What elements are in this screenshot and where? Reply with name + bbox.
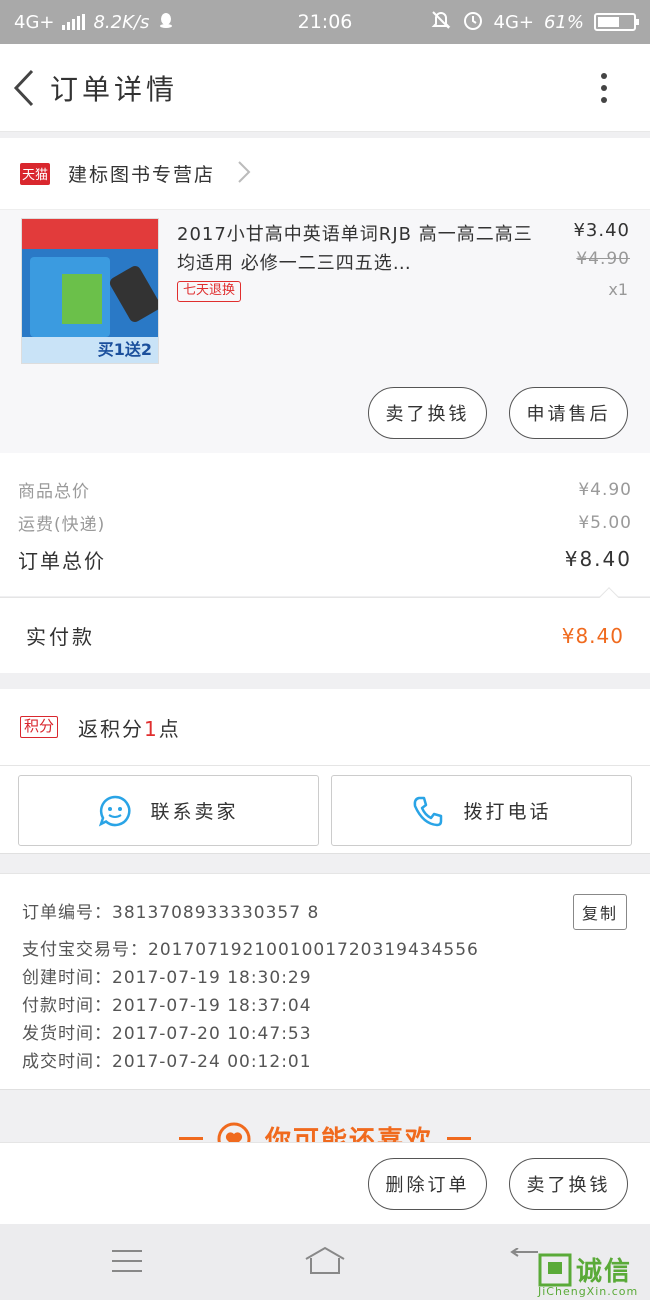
price-summary: 商品总价 ¥4.90 运费(快递) ¥5.00 订单总价 ¥8.40	[0, 453, 650, 596]
shipped-time: 发货时间：2017-07-20 10:47:53	[22, 1024, 312, 1044]
menu-icon[interactable]	[110, 1248, 144, 1274]
home-icon[interactable]	[303, 1246, 347, 1276]
delete-order-button[interactable]: 删除订单	[368, 1158, 487, 1210]
product-image-promo: 买1送2	[22, 337, 158, 363]
points-badge: 积分	[20, 716, 59, 738]
product-price: ¥3.40	[573, 220, 630, 241]
return-policy-tag: 七天退换	[177, 281, 242, 302]
divider-dash	[447, 1137, 471, 1140]
shipping-label: 运费(快递)	[18, 515, 106, 535]
battery-icon	[594, 13, 639, 31]
contact-bar: 联系卖家 拨打电话	[0, 766, 650, 854]
paid-label: 实付款	[26, 625, 95, 649]
mute-icon	[430, 9, 452, 36]
title-bar: 订单详情	[0, 44, 650, 132]
divider-dash	[178, 1137, 203, 1140]
contact-seller-label: 联系卖家	[150, 801, 239, 823]
after-sales-button[interactable]: 申请售后	[509, 387, 628, 439]
network-type-right: 4G+	[493, 11, 534, 33]
shipping-value: ¥5.00	[578, 512, 632, 533]
sell-for-cash-bottom-button[interactable]: 卖了换钱	[509, 1158, 628, 1210]
product-image[interactable]: 买1送2	[21, 218, 159, 364]
created-time: 创建时间：2017-07-19 18:30:29	[22, 968, 312, 988]
points-text: 返积分1点	[78, 713, 181, 742]
paid-amount-row: 实付款 ¥8.40	[0, 587, 650, 673]
paid-value: ¥8.40	[561, 623, 624, 648]
alipay-trade-number: 支付宝交易号：2017071921001001720319434556	[22, 940, 479, 960]
chat-bubble-icon	[99, 795, 131, 826]
call-phone-button[interactable]: 拨打电话	[331, 775, 632, 846]
back-button[interactable]	[0, 44, 48, 132]
goods-total-value: ¥4.90	[578, 479, 632, 500]
back-nav-icon[interactable]	[506, 1247, 540, 1274]
points-text-before: 返积分	[78, 716, 145, 741]
status-bar: 4G+ 8.2K/s 21:06 4G+ 61%	[0, 0, 650, 44]
more-menu-button[interactable]	[584, 44, 624, 132]
network-type: 4G+	[14, 11, 55, 33]
goods-total-label: 商品总价	[18, 482, 90, 502]
signal-icon	[62, 14, 86, 30]
points-count: 1	[144, 716, 159, 741]
product-original-price: ¥4.90	[576, 249, 630, 269]
watermark-logo: 诚信 JiChengXin.com	[536, 1251, 650, 1300]
shop-row[interactable]: 天猫 建标图书专营店	[0, 138, 650, 210]
heart-icon	[217, 1122, 251, 1142]
chevron-left-icon	[13, 69, 34, 106]
product-title[interactable]: 2017小甘高中英语单词RJB 高一高二高三均适用 必修一二三四五选…	[177, 220, 537, 278]
sell-for-cash-button[interactable]: 卖了换钱	[368, 387, 487, 439]
chevron-right-icon	[237, 160, 251, 188]
order-number: 订单编号：3813708933330357 8	[22, 903, 320, 923]
points-text-after: 点	[158, 716, 181, 741]
call-phone-label: 拨打电话	[463, 801, 552, 823]
watermark-text: 诚信	[576, 1257, 633, 1287]
network-speed: 8.2K/s	[93, 11, 150, 33]
copy-button[interactable]: 复制	[573, 894, 627, 930]
bottom-action-bar: 删除订单 卖了换钱	[0, 1142, 650, 1224]
battery-percent: 61%	[543, 11, 584, 33]
product-card[interactable]: 买1送2 2017小甘高中英语单词RJB 高一高二高三均适用 必修一二三四五选……	[0, 210, 650, 453]
watermark-site: JiChengXin.com	[538, 1285, 639, 1298]
completed-time: 成交时间：2017-07-24 00:12:01	[22, 1052, 312, 1072]
contact-seller-button[interactable]: 联系卖家	[18, 775, 319, 846]
watermark-icon	[538, 1253, 572, 1287]
shop-name: 建标图书专营店	[68, 164, 216, 186]
tmall-badge: 天猫	[20, 162, 50, 185]
order-total-value: ¥8.40	[564, 547, 632, 571]
recommend-title: 你可能还喜欢	[264, 1126, 433, 1142]
qq-icon	[157, 11, 175, 34]
page-title: 订单详情	[50, 72, 179, 106]
phone-icon	[414, 796, 443, 826]
points-row: 积分 返积分1点	[0, 689, 650, 766]
paid-time: 付款时间：2017-07-19 18:37:04	[22, 996, 312, 1016]
recommend-header: 你可能还喜欢	[0, 1090, 650, 1142]
order-info: 订单编号：3813708933330357 8 支付宝交易号：201707192…	[0, 873, 650, 1090]
alarm-icon	[462, 9, 484, 36]
order-total-label: 订单总价	[18, 548, 106, 573]
product-quantity: x1	[608, 280, 628, 299]
